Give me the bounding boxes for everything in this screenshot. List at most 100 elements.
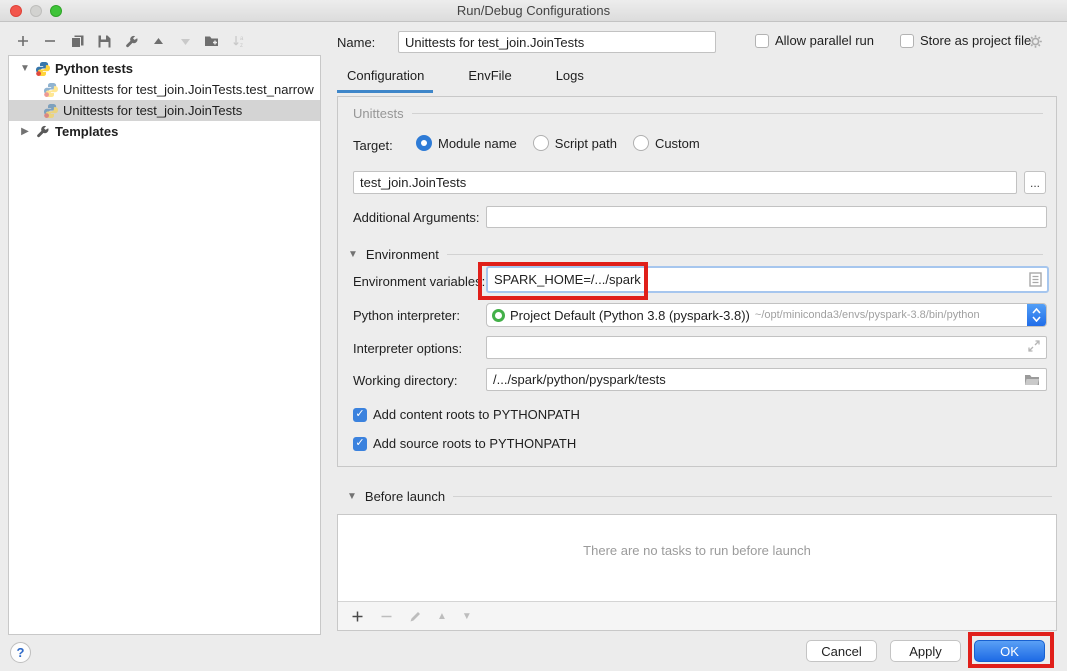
help-question-icon: ?: [17, 645, 25, 660]
close-window-button[interactable]: [10, 5, 22, 17]
tree-item-label: Unittests for test_join.JoinTests: [63, 103, 244, 118]
python-interpreter-select[interactable]: Project Default (Python 3.8 (pyspark-3.8…: [486, 303, 1047, 327]
edit-templates-icon[interactable]: [123, 33, 139, 49]
tab-envfile[interactable]: EnvFile: [468, 68, 511, 83]
unittests-section-header: Unittests: [353, 106, 1043, 121]
chevron-down-icon[interactable]: ▼: [348, 249, 358, 260]
move-up-icon[interactable]: [150, 33, 166, 49]
working-directory-input[interactable]: [487, 369, 1024, 390]
remove-task-icon: [379, 609, 393, 623]
target-module-input[interactable]: [353, 171, 1017, 194]
python-tests-icon: [35, 61, 51, 77]
environment-variables-input[interactable]: [488, 268, 1029, 291]
apply-button[interactable]: Apply: [890, 640, 961, 662]
interpreter-options-field: [486, 336, 1047, 359]
name-input[interactable]: [398, 31, 716, 53]
configurations-tree: ▼ Python tests Unittests for test_join.J…: [8, 55, 321, 635]
target-radio-group: Module name Script path Custom: [416, 135, 700, 151]
before-launch-empty-text: There are no tasks to run before launch: [338, 515, 1056, 601]
apply-button-label: Apply: [909, 644, 942, 659]
python-interpreter-label: Python interpreter:: [353, 308, 460, 323]
radio-unselected-icon[interactable]: [633, 135, 649, 151]
add-content-roots-label: Add content roots to PYTHONPATH: [373, 407, 580, 422]
interpreter-options-label: Interpreter options:: [353, 341, 462, 356]
combo-stepper-icon[interactable]: [1027, 303, 1046, 327]
radio-unselected-icon[interactable]: [533, 135, 549, 151]
save-configuration-icon[interactable]: [96, 33, 112, 49]
remove-icon[interactable]: [42, 33, 58, 49]
checkbox-checked-icon[interactable]: ✓: [353, 408, 367, 422]
minimize-window-button: [30, 5, 42, 17]
before-launch-section-header[interactable]: ▼ Before launch: [347, 489, 1052, 504]
chevron-down-icon[interactable]: ▼: [347, 491, 357, 502]
configuration-editor: Name: Allow parallel run Store as projec…: [337, 0, 1057, 671]
add-icon[interactable]: [15, 33, 31, 49]
sort-configurations-icon: az: [231, 33, 247, 49]
move-down-icon: [177, 33, 193, 49]
tree-item-label: Unittests for test_join.JoinTests.test_n…: [63, 82, 316, 97]
allow-parallel-run-label: Allow parallel run: [775, 33, 874, 48]
python-interpreter-path: ~/opt/miniconda3/envs/pyspark-3.8/bin/py…: [755, 309, 1027, 321]
tree-item-unittests-jointests-selected[interactable]: Unittests for test_join.JoinTests: [9, 100, 320, 121]
unittests-section-label: Unittests: [353, 106, 404, 121]
tree-item-label: Python tests: [55, 61, 135, 76]
radio-module-name-label: Module name: [438, 136, 517, 151]
tab-logs[interactable]: Logs: [556, 68, 584, 83]
store-as-project-file-label: Store as project file: [920, 33, 1031, 48]
tree-item-templates[interactable]: ▶ Templates: [9, 121, 320, 142]
add-task-icon[interactable]: [350, 609, 364, 623]
target-label: Target:: [353, 138, 393, 153]
ok-button[interactable]: OK: [974, 640, 1045, 662]
store-as-project-file-checkbox[interactable]: Store as project file: [900, 33, 1031, 48]
checkbox-checked-icon[interactable]: ✓: [353, 437, 367, 451]
conda-environment-icon: [492, 309, 505, 322]
cancel-button-label: Cancel: [821, 644, 861, 659]
interpreter-options-input[interactable]: [487, 337, 1028, 358]
add-content-roots-checkbox[interactable]: ✓ Add content roots to PYTHONPATH: [353, 407, 580, 422]
browse-target-button[interactable]: ...: [1024, 171, 1046, 194]
before-launch-section-label: Before launch: [365, 489, 445, 504]
move-task-up-icon: ▲: [437, 611, 447, 622]
tree-item-unittests-test-narrow[interactable]: Unittests for test_join.JoinTests.test_n…: [9, 79, 320, 100]
active-tab-indicator: [337, 90, 433, 93]
cancel-button[interactable]: Cancel: [806, 640, 877, 662]
checkbox-unchecked-icon[interactable]: [755, 34, 769, 48]
additional-arguments-input[interactable]: [486, 206, 1047, 228]
browse-variables-icon[interactable]: [1029, 272, 1042, 287]
radio-script-path[interactable]: Script path: [533, 135, 617, 151]
copy-configuration-icon[interactable]: [69, 33, 85, 49]
expand-field-icon[interactable]: [1028, 340, 1040, 355]
tree-item-python-tests[interactable]: ▼ Python tests: [9, 58, 320, 79]
edit-task-icon: [408, 609, 422, 623]
allow-parallel-run-checkbox[interactable]: Allow parallel run: [755, 33, 874, 48]
name-label: Name:: [337, 35, 375, 50]
browse-ellipsis-label: ...: [1030, 176, 1040, 190]
tab-configuration[interactable]: Configuration: [347, 68, 424, 83]
add-source-roots-checkbox[interactable]: ✓ Add source roots to PYTHONPATH: [353, 436, 576, 451]
templates-wrench-icon: [35, 124, 51, 140]
configuration-tabs: Configuration EnvFile Logs: [347, 68, 584, 83]
radio-selected-icon[interactable]: [416, 135, 432, 151]
chevron-right-icon[interactable]: ▶: [19, 126, 31, 137]
python-test-icon: [43, 103, 59, 119]
new-folder-icon[interactable]: [204, 33, 220, 49]
zoom-window-button[interactable]: [50, 5, 62, 17]
python-test-icon: [43, 82, 59, 98]
working-directory-label: Working directory:: [353, 373, 458, 388]
radio-custom[interactable]: Custom: [633, 135, 700, 151]
radio-module-name[interactable]: Module name: [416, 135, 517, 151]
chevron-down-icon[interactable]: ▼: [19, 63, 31, 74]
traffic-lights: [10, 5, 62, 17]
browse-folder-icon[interactable]: [1024, 373, 1040, 386]
help-button[interactable]: ?: [10, 642, 31, 663]
environment-section-header[interactable]: ▼ Environment: [348, 247, 1043, 262]
environment-variables-field: [486, 266, 1049, 293]
checkbox-unchecked-icon[interactable]: [900, 34, 914, 48]
settings-gear-icon[interactable]: [1028, 34, 1043, 49]
before-launch-toolbar: ▲ ▼: [338, 601, 1056, 630]
configuration-panel: Unittests Target: Module name Script pat…: [337, 96, 1057, 467]
configurations-toolbar: az: [15, 33, 247, 49]
tree-item-label: Templates: [55, 124, 120, 139]
radio-script-path-label: Script path: [555, 136, 617, 151]
additional-arguments-label: Additional Arguments:: [353, 210, 479, 225]
